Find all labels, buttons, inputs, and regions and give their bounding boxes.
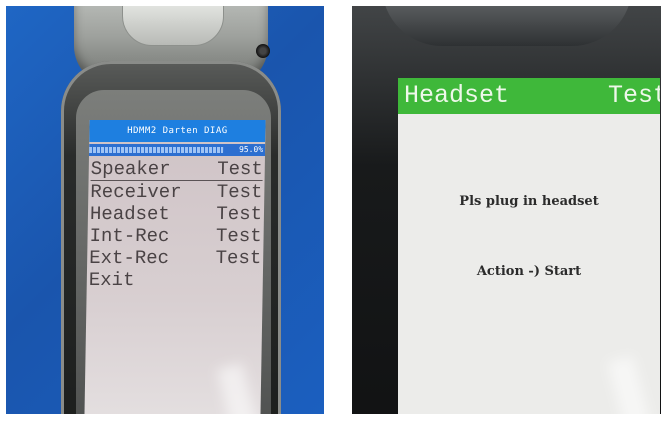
diag-title-bar: HDMM2 Darten DIAG <box>89 120 266 142</box>
phone-top-edge <box>382 6 632 46</box>
menu-item-action: Test <box>215 247 262 269</box>
menu-item-action: Test <box>216 203 263 225</box>
camera-lens-icon <box>256 44 270 58</box>
test-menu-list: Speaker Test Receiver Test Headset Test … <box>89 158 263 291</box>
progress-fill <box>89 147 223 153</box>
menu-item-action: Test <box>216 181 263 203</box>
phone-hinge <box>122 6 224 46</box>
progress-bar: 95.0% <box>88 144 266 156</box>
action-start-prompt[interactable]: Action -) Start <box>398 264 660 279</box>
menu-item-ext-rec[interactable]: Ext-Rec Test <box>89 247 261 269</box>
menu-item-receiver[interactable]: Receiver Test <box>90 181 262 203</box>
menu-item-action: Test <box>215 225 262 247</box>
menu-item-label: Int-Rec <box>89 225 170 247</box>
instruction-text: Pls plug in headset <box>459 194 599 209</box>
header-word-2: Test <box>607 81 660 110</box>
left-phone-photo: HDMM2 Darten DIAG 95.0% Speaker Test Rec… <box>6 6 324 414</box>
right-phone-photo: Headset Test Pls plug in headset Action … <box>352 6 661 414</box>
menu-item-exit[interactable]: Exit <box>89 269 261 291</box>
menu-item-label: Ext-Rec <box>89 247 170 269</box>
menu-item-action: Test <box>216 158 263 180</box>
menu-item-label: Exit <box>88 269 135 291</box>
screen-glare <box>216 362 259 414</box>
menu-item-label: Speaker <box>90 158 171 180</box>
diag-menu-screen: HDMM2 Darten DIAG 95.0% Speaker Test Rec… <box>84 120 266 414</box>
headset-test-screen: Headset Test Pls plug in headset Action … <box>398 78 660 414</box>
menu-item-speaker[interactable]: Speaker Test <box>90 158 263 181</box>
menu-item-label: Receiver <box>90 181 182 203</box>
progress-text: 95.0% <box>238 145 264 154</box>
menu-item-int-rec[interactable]: Int-Rec Test <box>89 225 261 247</box>
menu-item-headset[interactable]: Headset Test <box>90 203 262 225</box>
screen-glare <box>607 355 651 414</box>
menu-item-label: Headset <box>89 203 170 225</box>
header-word-1: Headset <box>404 81 510 110</box>
headset-test-header: Headset Test <box>398 78 660 114</box>
